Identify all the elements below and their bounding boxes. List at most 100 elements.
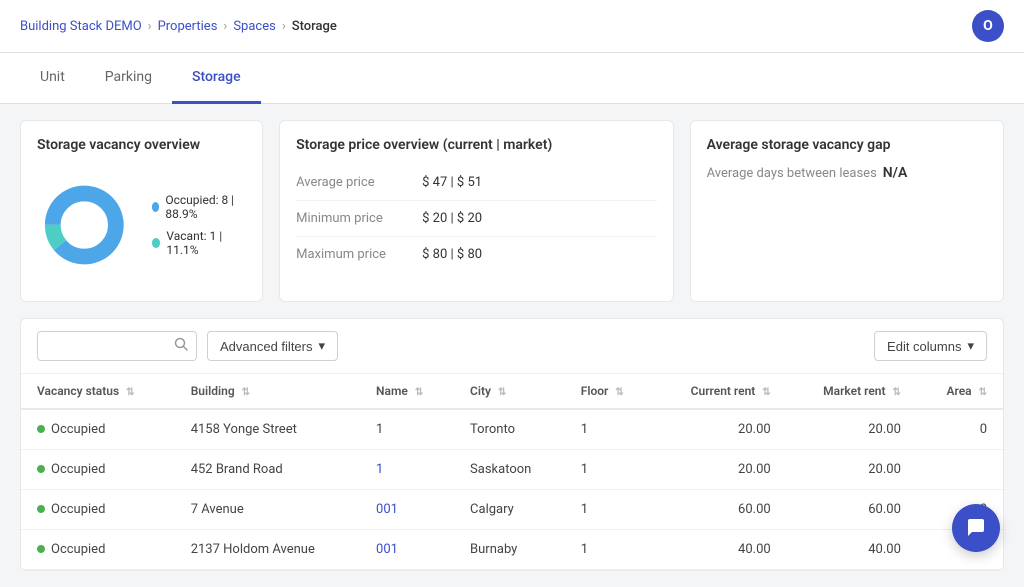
breadcrumb-sep-1: › — [148, 19, 152, 34]
cell-current-rent: 20.00 — [654, 450, 787, 490]
vacancy-card-title: Storage vacancy overview — [37, 137, 246, 153]
cell-name[interactable]: 001 — [360, 530, 454, 570]
chat-icon — [965, 517, 987, 539]
breadcrumb-spaces[interactable]: Spaces — [233, 19, 276, 34]
legend-vacant-label: Vacant: 1 | 11.1% — [166, 229, 246, 257]
cell-building: 4158 Yonge Street — [175, 409, 360, 450]
cell-city: Burnaby — [454, 530, 565, 570]
cell-floor: 1 — [565, 530, 654, 570]
cell-name[interactable]: 1 — [360, 450, 454, 490]
price-label-min: Minimum price — [296, 211, 406, 226]
cell-area — [917, 450, 1003, 490]
col-floor-label: Floor — [581, 384, 609, 398]
breadcrumb-properties[interactable]: Properties — [158, 19, 218, 34]
table-row: Occupied7 Avenue001Calgary160.0060.000 — [21, 490, 1003, 530]
col-name: Name ⇅ — [360, 374, 454, 409]
col-status: Vacancy status ⇅ — [21, 374, 175, 409]
name-link[interactable]: 1 — [376, 462, 383, 477]
sort-icon-city[interactable]: ⇅ — [498, 387, 506, 398]
cell-city: Saskatoon — [454, 450, 565, 490]
table-section: Advanced filters ▾ Edit columns ▾ Vacanc… — [20, 318, 1004, 571]
price-card-title: Storage price overview (current | market… — [296, 137, 656, 153]
price-value-avg: $ 47 | $ 51 — [422, 175, 482, 190]
col-building-label: Building — [191, 384, 235, 398]
name-link[interactable]: 001 — [376, 502, 398, 517]
sort-icon-market-rent[interactable]: ⇅ — [893, 387, 901, 398]
sort-icon-area[interactable]: ⇅ — [979, 387, 987, 398]
status-text: Occupied — [51, 502, 105, 517]
tab-storage[interactable]: Storage — [172, 53, 261, 104]
price-label-avg: Average price — [296, 175, 406, 190]
cell-area: 0 — [917, 409, 1003, 450]
donut-legend: Occupied: 8 | 88.9% Vacant: 1 | 11.1% — [152, 193, 247, 257]
legend-occupied: Occupied: 8 | 88.9% — [152, 193, 247, 221]
cell-name: 1 — [360, 409, 454, 450]
breadcrumb-sep-3: › — [282, 19, 286, 34]
gap-value: N/A — [883, 165, 908, 181]
col-city-label: City — [470, 384, 491, 398]
cell-market-rent: 20.00 — [787, 409, 917, 450]
tabs-bar: Unit Parking Storage — [0, 53, 1024, 104]
col-status-label: Vacancy status — [37, 384, 119, 398]
price-value-max: $ 80 | $ 80 — [422, 247, 482, 262]
gap-card: Average storage vacancy gap Average days… — [690, 120, 1004, 302]
sort-icon-status[interactable]: ⇅ — [126, 387, 134, 398]
search-input[interactable] — [46, 339, 168, 354]
col-name-label: Name — [376, 384, 408, 398]
header: Building Stack DEMO › Properties › Space… — [0, 0, 1024, 53]
gap-row: Average days between leases N/A — [707, 165, 987, 181]
cell-status: Occupied — [21, 490, 175, 530]
col-area-label: Area — [947, 384, 972, 398]
main-content: Storage vacancy overview Occupied: 8 | 8… — [0, 104, 1024, 587]
name-link[interactable]: 001 — [376, 542, 398, 557]
breadcrumb-current: Storage — [292, 19, 337, 34]
cell-building: 7 Avenue — [175, 490, 360, 530]
sort-icon-current-rent[interactable]: ⇅ — [762, 387, 770, 398]
avatar[interactable]: O — [972, 10, 1004, 42]
tab-unit[interactable]: Unit — [20, 53, 85, 104]
price-value-min: $ 20 | $ 20 — [422, 211, 482, 226]
gap-label: Average days between leases — [707, 166, 877, 181]
status-text: Occupied — [51, 462, 105, 477]
breadcrumb: Building Stack DEMO › Properties › Space… — [20, 19, 337, 34]
cell-status: Occupied — [21, 409, 175, 450]
filter-chevron-icon: ▾ — [319, 338, 326, 354]
chat-fab-button[interactable] — [952, 504, 1000, 552]
status-text: Occupied — [51, 422, 105, 437]
breadcrumb-demo[interactable]: Building Stack DEMO — [20, 19, 142, 34]
edit-columns-chevron-icon: ▾ — [967, 338, 974, 354]
cell-status: Occupied — [21, 530, 175, 570]
edit-columns-button[interactable]: Edit columns ▾ — [874, 331, 987, 361]
status-dot — [37, 545, 45, 553]
search-icon — [174, 337, 188, 355]
cell-building: 452 Brand Road — [175, 450, 360, 490]
table-row: Occupied2137 Holdom Avenue001Burnaby140.… — [21, 530, 1003, 570]
price-row-avg: Average price $ 47 | $ 51 — [296, 165, 656, 201]
table-row: Occupied452 Brand Road1Saskatoon120.0020… — [21, 450, 1003, 490]
donut-container: Occupied: 8 | 88.9% Vacant: 1 | 11.1% — [37, 165, 246, 285]
col-floor: Floor ⇅ — [565, 374, 654, 409]
search-wrapper[interactable] — [37, 331, 197, 361]
tab-parking[interactable]: Parking — [85, 53, 172, 104]
cell-floor: 1 — [565, 409, 654, 450]
col-market-rent: Market rent ⇅ — [787, 374, 917, 409]
gap-card-title: Average storage vacancy gap — [707, 137, 987, 153]
cell-name[interactable]: 001 — [360, 490, 454, 530]
cell-building: 2137 Holdom Avenue — [175, 530, 360, 570]
cards-row: Storage vacancy overview Occupied: 8 | 8… — [20, 120, 1004, 302]
breadcrumb-sep-2: › — [223, 19, 227, 34]
table-body: Occupied4158 Yonge Street1Toronto120.002… — [21, 409, 1003, 570]
col-current-rent-label: Current rent — [691, 384, 756, 398]
donut-chart — [37, 165, 132, 285]
cell-market-rent: 60.00 — [787, 490, 917, 530]
legend-dot-vacant — [152, 238, 161, 248]
advanced-filters-button[interactable]: Advanced filters ▾ — [207, 331, 338, 361]
sort-icon-name[interactable]: ⇅ — [415, 387, 423, 398]
price-card: Storage price overview (current | market… — [279, 120, 673, 302]
cell-floor: 1 — [565, 450, 654, 490]
sort-icon-floor[interactable]: ⇅ — [615, 387, 623, 398]
col-current-rent: Current rent ⇅ — [654, 374, 787, 409]
cell-floor: 1 — [565, 490, 654, 530]
cell-city: Calgary — [454, 490, 565, 530]
sort-icon-building[interactable]: ⇅ — [242, 387, 250, 398]
